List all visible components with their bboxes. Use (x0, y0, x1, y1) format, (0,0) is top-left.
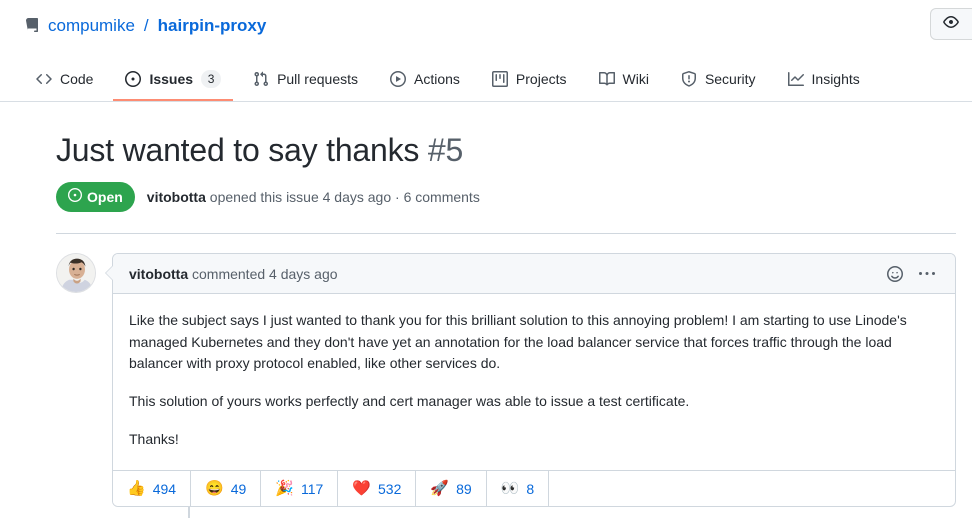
nav-tab-label: Issues (149, 71, 194, 87)
reaction-hooray[interactable]: 🎉 117 (261, 471, 339, 507)
repo-header: compumike / hairpin-proxy Code Issues 3 … (0, 0, 972, 102)
kebab-horizontal-icon[interactable] (915, 262, 939, 286)
breadcrumb-repo-name[interactable]: hairpin-proxy (158, 14, 267, 38)
issue-number: #5 (427, 132, 464, 168)
thumbs-up-icon: 👍 (127, 480, 146, 498)
comment-paragraph: Thanks! (129, 430, 179, 447)
shield-icon (681, 71, 697, 87)
reaction-count: 117 (301, 480, 324, 497)
issue-meta-text: vitobotta opened this issue 4 days ago ·… (147, 189, 480, 205)
comment-actions (883, 262, 939, 286)
repo-icon (24, 18, 40, 34)
heart-icon: ❤️ (352, 480, 372, 498)
nav-tab-wiki[interactable]: Wiki (587, 61, 661, 101)
comment-body: Like the subject says I just wanted to t… (113, 294, 955, 470)
status-badge-label: Open (87, 189, 123, 205)
issue-title-text: Just wanted to say thanks (56, 132, 420, 168)
comment-timestamp: commented 4 days ago (188, 265, 338, 282)
page-title: Just wanted to say thanks #5 (56, 130, 956, 170)
reaction-rocket[interactable]: 🚀 89 (416, 471, 487, 507)
status-badge: Open (56, 182, 135, 212)
reaction-count: 494 (152, 480, 177, 497)
git-pull-request-icon (253, 71, 269, 87)
nav-tab-security[interactable]: Security (669, 61, 768, 101)
comment-paragraph: This solution of yours works perfectly a… (129, 393, 690, 410)
reaction-eyes[interactable]: 👀 8 (486, 471, 550, 507)
smiley-icon[interactable] (883, 262, 907, 286)
reaction-count: 532 (378, 480, 402, 497)
issue-meta: Open vitobotta opened this issue 4 days … (56, 182, 956, 212)
breadcrumb-separator: / (143, 16, 149, 35)
timeline-connector (188, 506, 190, 518)
laugh-icon: 😄 (205, 480, 224, 498)
nav-tab-projects[interactable]: Projects (480, 61, 579, 101)
nav-tab-actions[interactable]: Actions (378, 61, 472, 101)
breadcrumb: compumike / hairpin-proxy (24, 14, 956, 38)
eye-icon (943, 14, 959, 35)
hooray-icon: 🎉 (275, 480, 294, 498)
code-icon (36, 71, 52, 87)
nav-tab-label: Actions (414, 71, 460, 87)
graph-icon (787, 71, 804, 87)
nav-tab-label: Pull requests (277, 71, 358, 87)
reaction-heart[interactable]: ❤️ 532 (338, 471, 417, 507)
comment-author[interactable]: vitobotta (129, 266, 188, 282)
repo-navigation: Code Issues 3 Pull requests Actions Proj… (0, 58, 972, 102)
reaction-thumbs-up[interactable]: 👍 494 (113, 471, 192, 507)
nav-tab-pull-requests[interactable]: Pull requests (241, 61, 370, 101)
issues-count-badge: 3 (201, 70, 222, 88)
comment-header: vitobotta commented 4 days ago (113, 254, 955, 294)
nav-tab-label: Code (60, 71, 94, 87)
comment-paragraph: Like the subject says I just wanted to t… (129, 312, 907, 372)
nav-tab-label: Projects (515, 71, 567, 87)
comment-box: vitobotta commented 4 days ago Like the … (105, 253, 956, 518)
reaction-count: 49 (230, 480, 247, 497)
issue-author[interactable]: vitobotta (147, 189, 206, 205)
timeline-comment: vitobotta commented 4 days ago Like the … (56, 253, 956, 518)
nav-tab-label: Insights (811, 71, 860, 87)
header-divider (56, 233, 956, 234)
nav-tab-insights[interactable]: Insights (776, 61, 872, 101)
play-icon (390, 71, 406, 87)
reaction-count: 8 (526, 480, 535, 497)
book-icon (598, 71, 615, 87)
issue-opened-icon (68, 187, 82, 207)
comment-timeline: vitobotta commented 4 days ago Like the … (0, 253, 972, 518)
eyes-icon: 👀 (500, 480, 520, 498)
issue-header: Just wanted to say thanks #5 Open vitobo… (0, 130, 972, 234)
project-icon (491, 71, 508, 87)
avatar[interactable] (56, 253, 96, 293)
rocket-icon: 🚀 (430, 480, 450, 498)
nav-tab-issues[interactable]: Issues 3 (113, 61, 234, 101)
comment-byline: vitobotta commented 4 days ago (129, 266, 338, 282)
nav-tab-label: Security (704, 71, 756, 87)
reaction-bar: 👍 494 😄 49 🎉 117 ❤️ 532 🚀 89 👀 8 (113, 470, 955, 507)
nav-tab-label: Wiki (622, 71, 649, 87)
watch-button[interactable] (930, 8, 972, 40)
issue-meta-suffix: opened this issue 4 days ago · 6 comment… (205, 189, 480, 205)
reaction-laugh[interactable]: 😄 49 (191, 471, 262, 507)
breadcrumb-owner[interactable]: compumike (48, 14, 135, 38)
nav-tab-code[interactable]: Code (24, 61, 105, 101)
reaction-count: 89 (456, 480, 472, 497)
issue-opened-icon (125, 71, 142, 87)
